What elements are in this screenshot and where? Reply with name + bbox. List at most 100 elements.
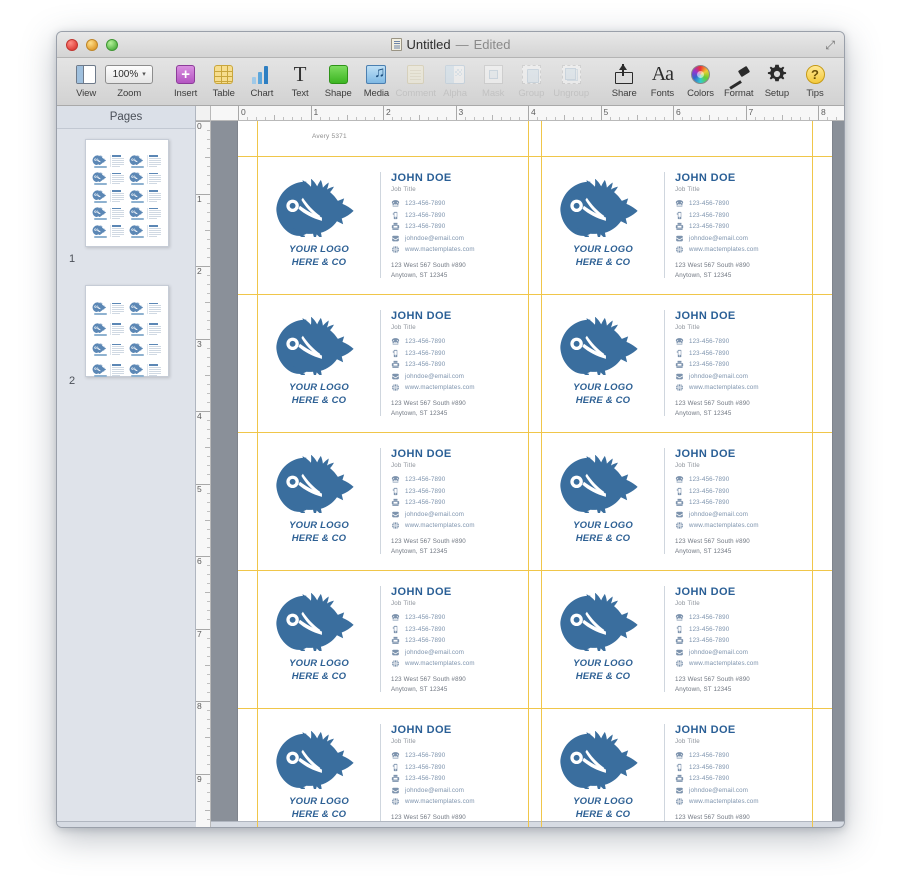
zoom-button[interactable] bbox=[106, 39, 118, 51]
ruler-tick-minor bbox=[691, 117, 692, 120]
card-logo-text: YOUR LOGO HERE & CO bbox=[573, 243, 633, 269]
guide-horizontal bbox=[238, 156, 832, 157]
ruler-tick-minor bbox=[283, 117, 284, 120]
fullscreen-icon[interactable]: ⤢ bbox=[825, 39, 835, 51]
business-card[interactable]: YOUR LOGO HERE & CO JOHN DOE Job Title 1… bbox=[258, 158, 528, 292]
toolbar-view-button[interactable]: View bbox=[67, 60, 105, 99]
business-card[interactable]: YOUR LOGO HERE & CO JOHN DOE Job Title 1… bbox=[258, 296, 528, 430]
toolbar-text-button[interactable]: T Text bbox=[281, 60, 319, 99]
thumbnail-text-lines bbox=[110, 323, 126, 335]
ruler-tick-minor bbox=[207, 257, 210, 258]
document-canvas[interactable]: 012345678 012345678910 Avery 5371 YOUR L… bbox=[196, 106, 844, 828]
business-card[interactable]: YOUR LOGO HERE & CO JOHN DOE Job Title 1… bbox=[258, 434, 528, 568]
toolbar-tips-button[interactable]: ? Tips bbox=[796, 60, 834, 99]
contact-row: 123-456-7890 bbox=[391, 359, 528, 371]
guide-vertical bbox=[812, 121, 813, 828]
address-line-2: Anytown, ST 12345 bbox=[675, 685, 812, 695]
globe-icon bbox=[675, 383, 689, 392]
toolbar-mask-button[interactable]: Mask bbox=[474, 60, 512, 99]
toolbar-shape-button[interactable]: Shape bbox=[319, 60, 357, 99]
business-card[interactable]: YOUR LOGO HERE & CO JOHN DOE Job Title 1… bbox=[542, 434, 812, 568]
contact-value: 123-456-7890 bbox=[689, 212, 729, 219]
ruler-label: 0 bbox=[238, 107, 246, 117]
logo-line-2: HERE & CO bbox=[289, 256, 349, 269]
business-card[interactable]: YOUR LOGO HERE & CO JOHN DOE Job Title 1… bbox=[258, 572, 528, 706]
toolbar-media-button[interactable]: Media bbox=[357, 60, 395, 99]
close-button[interactable] bbox=[66, 39, 78, 51]
address-line-2: Anytown, ST 12345 bbox=[391, 547, 528, 557]
fish-logo-icon bbox=[92, 190, 108, 200]
ruler-tick-minor bbox=[207, 783, 210, 784]
business-card[interactable]: YOUR LOGO HERE & CO JOHN DOE Job Title 1… bbox=[258, 710, 528, 828]
contact-row: 123-456-7890 bbox=[675, 209, 812, 221]
toolbar-comment-button[interactable]: Comment bbox=[395, 60, 435, 99]
contact-value: 123-456-7890 bbox=[689, 626, 729, 633]
thumbnail-logo-text bbox=[131, 201, 144, 203]
business-card[interactable]: YOUR LOGO HERE & CO JOHN DOE Job Title 1… bbox=[542, 296, 812, 430]
ruler-tick-minor bbox=[773, 117, 774, 120]
toolbar-alpha-button[interactable]: Alpha bbox=[436, 60, 474, 99]
contact-value: 123-456-7890 bbox=[405, 350, 445, 357]
contact-row: johndoe@email.com bbox=[675, 232, 812, 244]
toolbar-group-label: Group bbox=[518, 88, 544, 99]
toolbar-chart-button[interactable]: Chart bbox=[243, 60, 281, 99]
contact-row: 123-456-7890 bbox=[675, 336, 812, 348]
globe-icon bbox=[391, 797, 400, 806]
contact-value: johndoe@email.com bbox=[689, 649, 748, 656]
ruler-corner bbox=[196, 106, 211, 121]
card-divider bbox=[380, 172, 381, 278]
thumbnail-card bbox=[91, 299, 126, 318]
ruler-tick-minor bbox=[564, 115, 565, 120]
fish-logo-icon bbox=[559, 179, 647, 237]
ruler-tick-minor bbox=[428, 117, 429, 120]
card-address: 123 West 567 South #890 Anytown, ST 1234… bbox=[391, 675, 528, 694]
ruler-tick-minor bbox=[207, 674, 210, 675]
thumbnail-card-grid bbox=[91, 153, 163, 239]
toolbar-ungroup-button[interactable]: Ungroup bbox=[550, 60, 591, 99]
toolbar-setup-button[interactable]: Setup bbox=[758, 60, 796, 99]
business-card[interactable]: YOUR LOGO HERE & CO JOHN DOE Job Title 1… bbox=[542, 158, 812, 292]
ruler-label: 7 bbox=[197, 630, 209, 638]
business-card[interactable]: YOUR LOGO HERE & CO JOHN DOE Job Title 1… bbox=[542, 572, 812, 706]
card-job-title: Job Title bbox=[391, 738, 528, 745]
toolbar-format-button[interactable]: Format bbox=[720, 60, 758, 99]
ruler-tick-minor bbox=[207, 384, 210, 385]
ruler-tick-minor bbox=[501, 117, 502, 120]
table-icon bbox=[214, 65, 233, 84]
toolbar-fonts-button[interactable]: Aa Fonts bbox=[643, 60, 681, 99]
thumbnail-logo-text bbox=[94, 354, 107, 356]
contact-value: 123-456-7890 bbox=[405, 223, 445, 230]
toolbar-table-button[interactable]: Table bbox=[205, 60, 243, 99]
card-info-block: JOHN DOE Job Title 123-456-7890 123-456-… bbox=[673, 446, 812, 557]
fish-logo-icon bbox=[92, 207, 108, 217]
toolbar-colors-button[interactable]: Colors bbox=[681, 60, 719, 99]
horizontal-ruler[interactable]: 012345678 bbox=[211, 106, 844, 121]
ruler-tick-minor bbox=[727, 117, 728, 120]
contact-value: johndoe@email.com bbox=[405, 511, 464, 518]
ruler-tick-minor bbox=[207, 547, 210, 548]
minimize-button[interactable] bbox=[86, 39, 98, 51]
toolbar-insert-button[interactable]: Insert bbox=[167, 60, 205, 99]
globe-icon bbox=[391, 521, 405, 530]
page-thumbnail-1[interactable] bbox=[85, 139, 169, 247]
document-scroll-region[interactable]: Avery 5371 YOUR LOGO HERE & CO JOHN DOE … bbox=[211, 121, 844, 828]
logo-line-1: YOUR LOGO bbox=[573, 795, 633, 808]
page-thumbnail-item[interactable]: 1 bbox=[57, 139, 195, 267]
zoom-popup[interactable]: 100% ▾ bbox=[105, 65, 153, 84]
business-card[interactable]: YOUR LOGO HERE & CO JOHN DOE Job Title 1… bbox=[542, 710, 812, 828]
contact-value: johndoe@email.com bbox=[689, 235, 748, 242]
ruler-label: 3 bbox=[197, 340, 209, 348]
page-thumbnail-item[interactable]: 2 bbox=[57, 285, 195, 389]
vertical-ruler[interactable]: 012345678910 bbox=[196, 121, 211, 828]
thumbnail-logo-text bbox=[131, 354, 144, 356]
document-page[interactable]: Avery 5371 YOUR LOGO HERE & CO JOHN DOE … bbox=[238, 121, 832, 828]
fish-logo-icon bbox=[129, 190, 145, 200]
toolbar-group-button[interactable]: Group bbox=[512, 60, 550, 99]
card-logo-text: YOUR LOGO HERE & CO bbox=[289, 795, 349, 821]
envelope-icon bbox=[391, 234, 400, 243]
toolbar-zoom-control[interactable]: 100% ▾ Zoom bbox=[105, 60, 153, 99]
telephone-icon bbox=[675, 475, 689, 484]
page-thumbnail-2[interactable] bbox=[85, 285, 169, 377]
toolbar-share-button[interactable]: Share bbox=[605, 60, 643, 99]
ruler-tick-minor bbox=[205, 157, 210, 158]
